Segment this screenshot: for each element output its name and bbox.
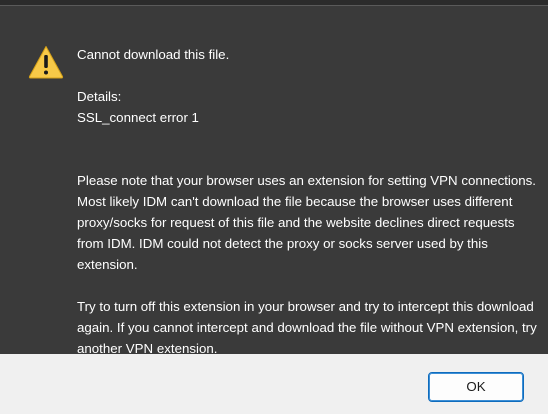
vpn-advice-text: Try to turn off this extension in your b… <box>77 299 537 356</box>
details-label: Details: <box>77 89 122 104</box>
message-area: Cannot download this file. Details: SSL_… <box>77 44 537 359</box>
dialog-body: Cannot download this file. Details: SSL_… <box>0 6 548 356</box>
warning-icon <box>28 46 64 79</box>
details-value: SSL_connect error 1 <box>77 110 199 125</box>
ok-button[interactable]: OK <box>428 372 524 402</box>
error-dialog: Cannot download this file. Details: SSL_… <box>0 0 548 414</box>
error-title: Cannot download this file. <box>77 47 230 62</box>
dialog-footer: OK <box>0 354 548 414</box>
vpn-explanation-text: Please note that your browser uses an ex… <box>77 173 537 272</box>
